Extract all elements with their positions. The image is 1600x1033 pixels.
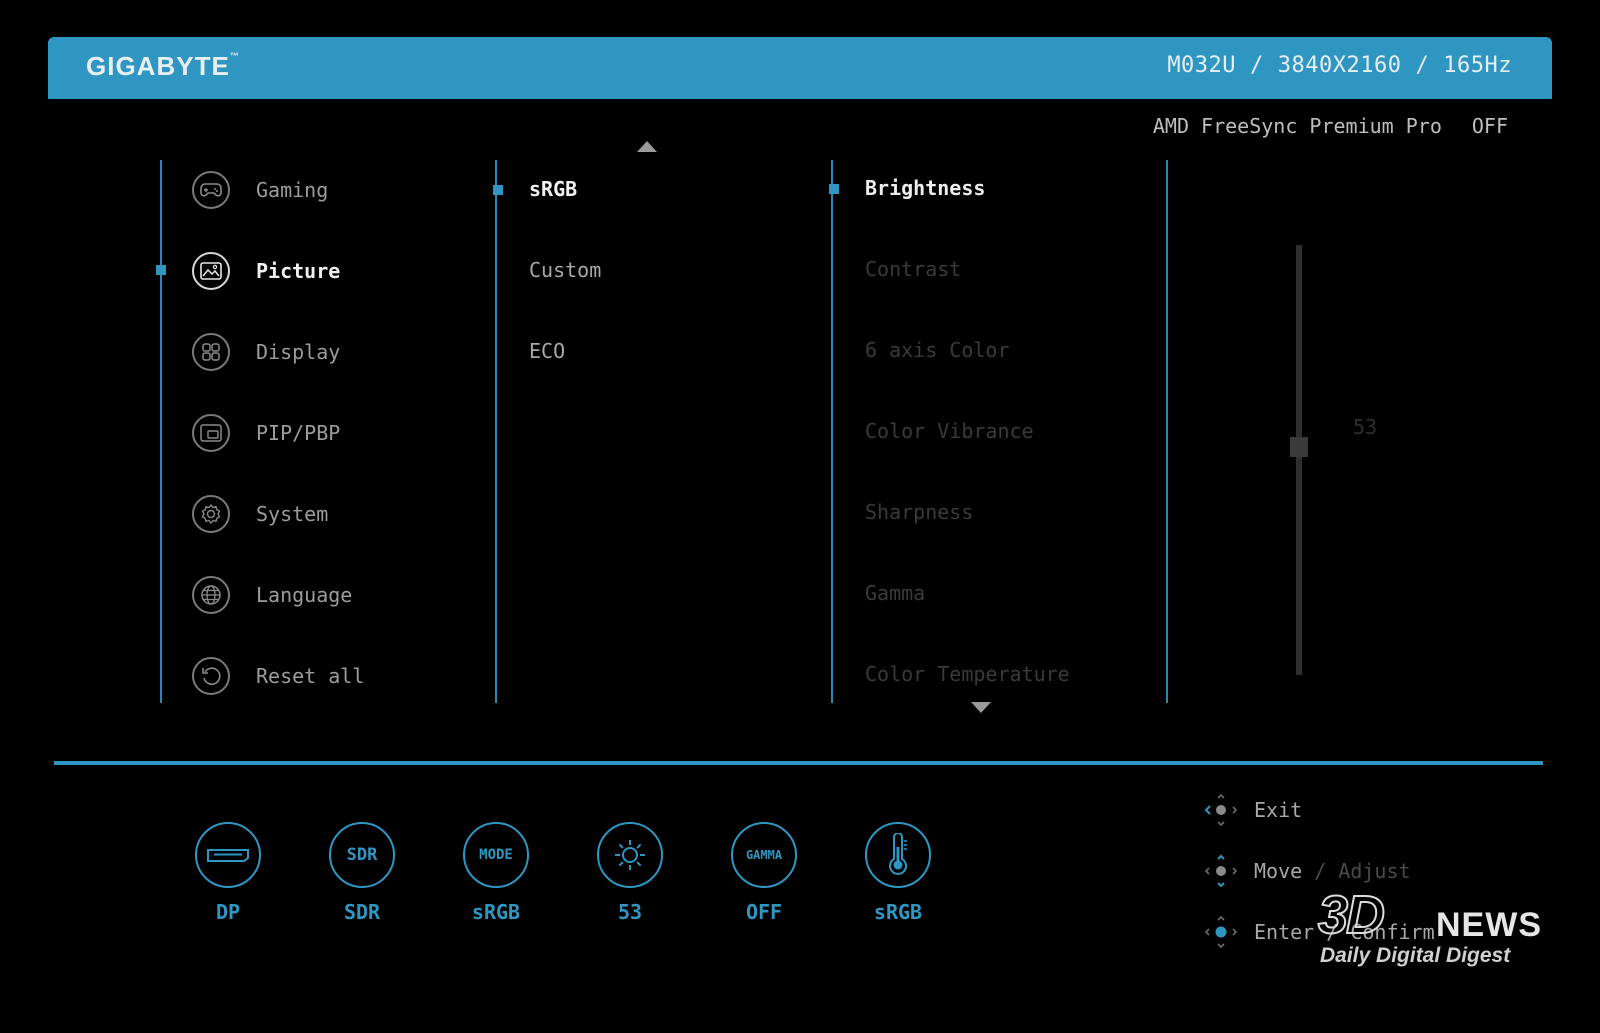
param-color-temperature[interactable]: Color Temperature (865, 662, 1070, 686)
pip-icon (192, 414, 230, 452)
gamepad-icon (192, 171, 230, 209)
param-sharpness[interactable]: Sharpness (865, 500, 973, 524)
separator: / (1415, 53, 1430, 78)
status-label: SDR (343, 900, 381, 924)
column-line-4 (1166, 160, 1168, 703)
mode-icon: MODE (463, 822, 529, 888)
brightness-slider-handle[interactable] (1290, 437, 1308, 458)
3dnews-watermark-logo: 3D NEWS Daily Digital Digest (1317, 885, 1568, 968)
freesync-label: AMD FreeSync Premium Pro (1152, 114, 1442, 138)
menu-item-pip-pbp[interactable]: PIP/PBP (192, 410, 452, 456)
hint-exit-label: Exit (1254, 798, 1303, 822)
status-label: OFF (745, 900, 783, 924)
hint-exit: Exit (1204, 793, 1302, 827)
model-info: M032U / 3840X2160 / 165Hz (1167, 53, 1512, 78)
resolution: 3840X2160 (1277, 53, 1402, 78)
footer-divider (54, 761, 1543, 765)
menu-item-language[interactable]: Language (192, 572, 452, 618)
main-menu-selection-marker (156, 265, 166, 275)
menu-item-system[interactable]: System (192, 491, 452, 537)
status-label: DP (215, 900, 241, 924)
menu-item-gaming[interactable]: Gaming (192, 167, 452, 213)
brand-trademark: ™ (229, 51, 240, 61)
gamma-icon: GAMMA (731, 822, 797, 888)
freesync-status: AMD FreeSync Premium Pro OFF (1153, 114, 1508, 138)
param-gamma[interactable]: Gamma (865, 581, 925, 605)
scroll-up-arrow-icon[interactable] (637, 141, 657, 152)
menu-label: System (256, 502, 329, 526)
separator: / (1250, 53, 1264, 78)
freesync-value: OFF (1471, 114, 1508, 138)
hint-move-label: Move / Adjust (1254, 859, 1411, 883)
status-label: 53 (617, 900, 643, 924)
brightness-slider-track[interactable] (1296, 245, 1302, 675)
status-brightness: 53 (597, 822, 663, 924)
picture-icon (192, 252, 230, 290)
watermark-news: NEWS (1436, 906, 1542, 944)
menu-label: Picture (256, 259, 341, 283)
menu-item-display[interactable]: Display (192, 329, 452, 375)
status-input: DP (195, 822, 261, 924)
status-label: sRGB (873, 900, 923, 924)
status-label: sRGB (471, 900, 521, 924)
menu-item-reset-all[interactable]: Reset all (192, 653, 452, 699)
param-contrast[interactable]: Contrast (865, 257, 961, 281)
joystick-move-icon (1204, 854, 1238, 888)
brightness-icon (597, 822, 663, 888)
sdr-icon: SDR (329, 822, 395, 888)
menu-item-picture[interactable]: Picture (192, 248, 452, 294)
menu-label: Display (256, 340, 341, 364)
parameter-selection-marker (829, 184, 839, 194)
status-dynamic-range: SDR SDR (329, 822, 395, 924)
mode-selection-marker (493, 185, 503, 195)
status-picture-mode: MODE sRGB (463, 822, 529, 924)
globe-icon (192, 576, 230, 614)
brand-text: GIGABYTE (86, 51, 230, 81)
refresh-rate: 165Hz (1443, 53, 1512, 78)
gear-icon (192, 495, 230, 533)
watermark-3d: 3D (1317, 885, 1386, 945)
status-color-temperature: sRGB (865, 822, 931, 924)
menu-label: PIP/PBP (256, 421, 341, 445)
menu-label: Reset all (256, 664, 365, 688)
status-gamma: GAMMA OFF (731, 822, 797, 924)
param-brightness[interactable]: Brightness (865, 176, 985, 200)
scroll-down-arrow-icon[interactable] (971, 702, 991, 713)
menu-label: Gaming (256, 178, 329, 202)
header-bar: GIGABYTE™ M032U / 3840X2160 / 165Hz (48, 37, 1552, 99)
hint-adjust-text: / Adjust (1314, 859, 1411, 883)
display-grid-icon (192, 333, 230, 371)
model-name: M032U (1167, 53, 1237, 78)
mode-item-eco[interactable]: ECO (529, 339, 565, 363)
brightness-slider-value: 53 (1353, 415, 1378, 439)
joystick-left-icon (1204, 793, 1238, 827)
hint-move-adjust: Move / Adjust (1204, 854, 1411, 888)
column-line-1 (160, 160, 162, 703)
watermark-tagline: Daily Digital Digest (1320, 944, 1511, 967)
column-line-3 (831, 160, 833, 703)
thermometer-icon (865, 822, 931, 888)
displayport-icon (195, 822, 261, 888)
column-line-2 (495, 160, 497, 703)
menu-label: Language (256, 583, 353, 607)
hint-move-text: Move (1254, 859, 1303, 883)
param-6-axis-color[interactable]: 6 axis Color (865, 338, 1010, 362)
mode-item-srgb[interactable]: sRGB (529, 177, 577, 201)
joystick-press-icon (1204, 915, 1238, 949)
reset-icon (192, 657, 230, 695)
brand-logo: GIGABYTE™ (86, 51, 240, 82)
mode-item-custom[interactable]: Custom (529, 258, 601, 282)
param-color-vibrance[interactable]: Color Vibrance (865, 419, 1034, 443)
